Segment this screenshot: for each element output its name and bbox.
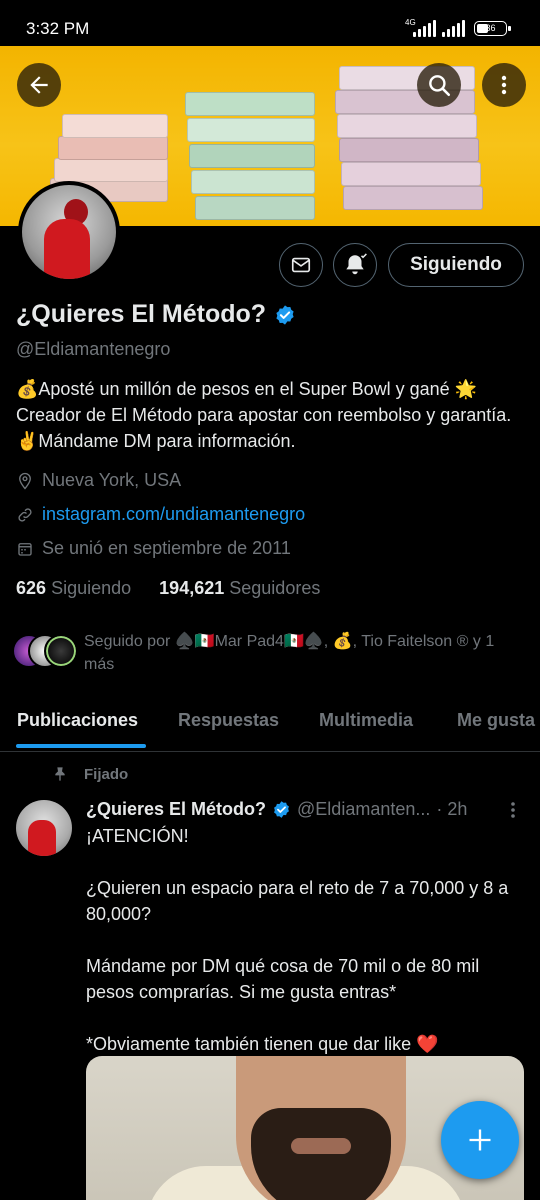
followed-by-text: Seguido por ♠️🇲🇽Mar Pad4🇲🇽♠️, 💰, Tio Fai… [84, 633, 495, 673]
pinned-label: Fijado [84, 765, 129, 783]
followers-label: Seguidores [229, 578, 321, 598]
status-bar: 3:32 PM 4G 36 [0, 0, 540, 46]
battery-icon: 36 [474, 21, 511, 36]
profile-name-row: ¿Quieres El Método? [16, 300, 296, 329]
status-time: 3:32 PM [26, 19, 90, 38]
bell-check-icon [346, 253, 367, 275]
website-link[interactable]: instagram.com/undiamantenegro [42, 504, 305, 525]
pin-icon [55, 767, 65, 781]
signal-icon-2 [442, 17, 468, 37]
following-count: 626 [16, 578, 47, 598]
tab-me-gusta[interactable]: Me gusta [457, 710, 535, 731]
profile-name: ¿Quieres El Método? [16, 300, 267, 328]
following-button[interactable]: Siguiendo [388, 243, 524, 287]
verified-badge-icon [274, 801, 289, 818]
following-label: Siguiendo [51, 578, 132, 598]
more-vertical-icon [501, 75, 507, 95]
profile-avatar[interactable] [18, 181, 120, 283]
mail-icon [291, 257, 311, 273]
search-icon [429, 75, 451, 97]
message-button[interactable] [279, 243, 323, 287]
post-handle: @Eldiamanten... [297, 799, 431, 819]
following-link[interactable]: 626 Siguiendo [16, 578, 131, 598]
back-button[interactable] [17, 63, 61, 107]
profile-bio: 💰Aposté un millón de pesos en el Super B… [16, 379, 512, 451]
followers-count: 194,621 [159, 578, 225, 598]
money-stack-green [185, 76, 320, 226]
link-icon [16, 506, 34, 524]
location-text: Nueva York, USA [42, 470, 182, 490]
post-line: Mándame por DM qué cosa de 70 mil o de 8… [86, 956, 480, 1002]
notifications-button[interactable] [333, 243, 377, 287]
profile-website: instagram.com/undiamantenegro [16, 504, 305, 525]
post-line: ¡ATENCIÓN! [86, 826, 189, 846]
post-author[interactable]: ¿Quieres El Método? [86, 799, 266, 820]
post-avatar[interactable] [16, 800, 72, 856]
joined-text: Se unió en septiembre de 2011 [42, 538, 291, 558]
tab-multimedia[interactable]: Multimedia [319, 710, 413, 731]
tab-publicaciones[interactable]: Publicaciones [17, 710, 138, 731]
post-more-icon[interactable] [505, 800, 521, 820]
post-time: · 2h [436, 799, 468, 819]
money-stack-purple [335, 56, 485, 226]
profile-tabs: Publicaciones Respuestas Multimedia Me g… [0, 696, 540, 752]
location-pin-icon [16, 472, 34, 490]
verified-badge-icon [276, 304, 294, 325]
follower-avatars [12, 634, 82, 668]
profile-joined: Se unió en septiembre de 2011 [16, 538, 291, 559]
profile-handle: @Eldiamantenegro [16, 339, 171, 359]
signal-icon [413, 17, 439, 37]
search-button[interactable] [417, 63, 461, 107]
arrow-left-icon [30, 76, 48, 94]
pinned-label-row: Fijado [52, 765, 128, 783]
followers-link[interactable]: 194,621 Seguidores [159, 578, 320, 598]
profile-location: Nueva York, USA [16, 470, 181, 491]
tab-respuestas[interactable]: Respuestas [178, 710, 279, 731]
post-line: *Obviamente también tienen que dar like … [86, 1034, 439, 1054]
follow-counts: 626 Siguiendo 194,621 Seguidores [16, 578, 320, 599]
active-tab-indicator [16, 744, 146, 748]
calendar-icon [16, 540, 34, 558]
post-header: ¿Quieres El Método? @Eldiamanten... · 2h [86, 799, 467, 820]
more-button[interactable] [482, 63, 526, 107]
battery-level: 36 [485, 23, 496, 33]
plus-icon [469, 1129, 491, 1151]
compose-button[interactable] [441, 1101, 519, 1179]
post-line: ¿Quieren un espacio para el reto de 7 a … [86, 878, 509, 924]
post-text: ¡ATENCIÓN! ¿Quieren un espacio para el r… [86, 823, 526, 1083]
follower-avatar [44, 634, 78, 668]
